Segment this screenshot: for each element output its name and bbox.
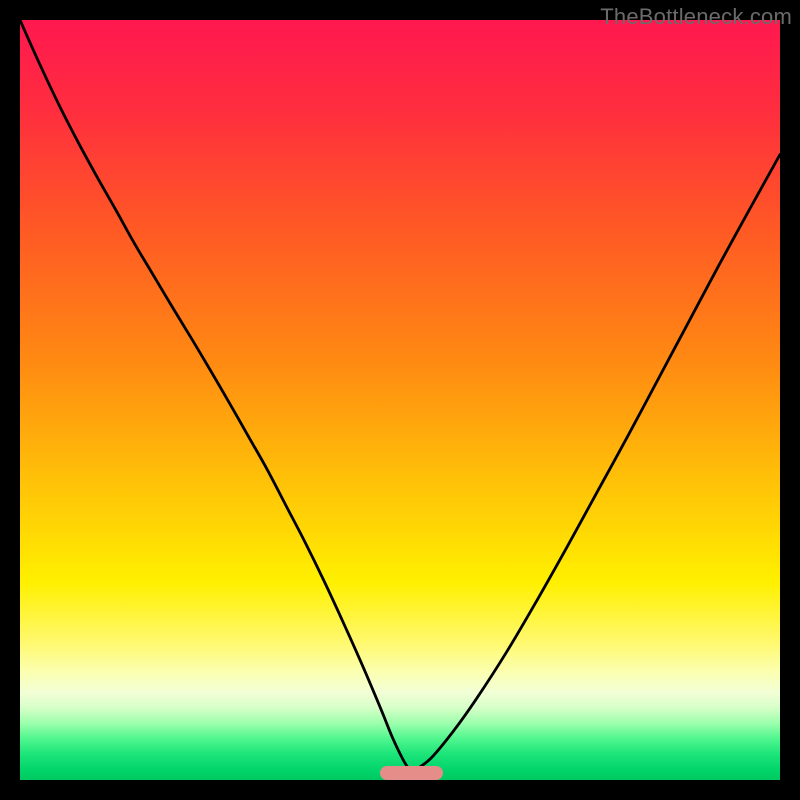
chart-stage: TheBottleneck.com (0, 0, 800, 800)
heat-gradient-background (20, 20, 780, 780)
plot-area (20, 20, 780, 780)
watermark-text: TheBottleneck.com (600, 4, 792, 30)
optimal-range-marker (380, 766, 442, 780)
heat-gradient-rect (20, 20, 780, 780)
